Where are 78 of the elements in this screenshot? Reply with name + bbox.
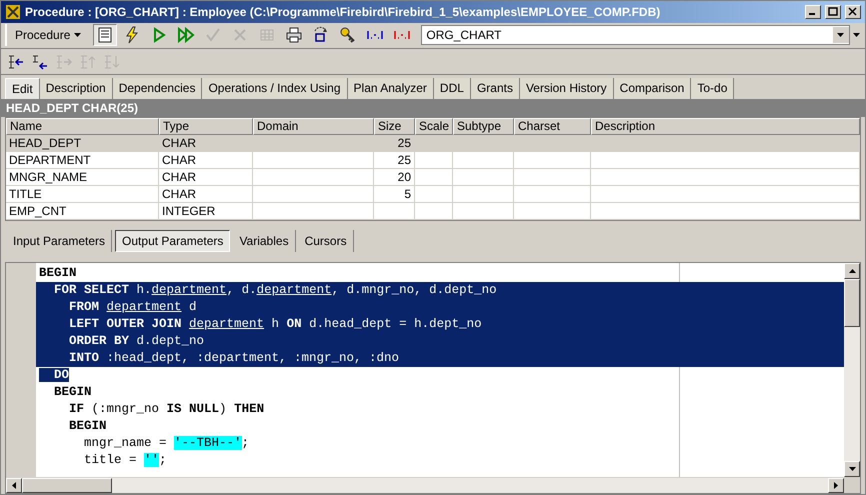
tab[interactable]: Output Parameters: [115, 230, 230, 252]
tab[interactable]: DDL: [434, 78, 471, 99]
check-icon: [204, 26, 222, 44]
scroll-thumb[interactable]: [844, 278, 860, 327]
column-header[interactable]: Subtype: [453, 118, 514, 136]
code-line: BEGIN: [39, 266, 77, 280]
table-row[interactable]: TITLE CHAR 5: [6, 186, 860, 204]
table-row[interactable]: DEPARTMENT CHAR 25: [6, 152, 860, 170]
column-header[interactable]: Scale: [415, 118, 453, 136]
close-button[interactable]: [845, 4, 861, 19]
form-icon: [96, 26, 114, 44]
key-icon: [339, 26, 358, 44]
table-row[interactable]: EMP_CNT INTEGER: [6, 203, 860, 220]
code-editor[interactable]: [36, 262, 844, 478]
table-cell: INTEGER: [162, 204, 216, 218]
tab[interactable]: Operations / Index Using: [202, 78, 348, 99]
tab[interactable]: Comparison: [614, 78, 692, 99]
insert-field-icon: [31, 52, 49, 71]
app-icon: [5, 4, 21, 20]
object-select[interactable]: ORG_CHART: [421, 25, 850, 46]
tab[interactable]: Input Parameters: [7, 230, 112, 252]
table-row[interactable]: HEAD_DEPT CHAR 25: [6, 135, 860, 152]
scroll-left-icon: [12, 482, 16, 490]
add-field-icon: [7, 52, 25, 71]
scroll-right-icon: [834, 482, 838, 490]
toolbar-button[interactable]: [93, 24, 118, 46]
close-icon: [848, 7, 858, 16]
field-header: HEAD_DEPT CHAR(25): [1, 98, 865, 118]
table-cell: TITLE: [9, 187, 42, 202]
table-cell: CHAR: [162, 170, 196, 184]
tab[interactable]: To-do: [691, 78, 734, 99]
tab[interactable]: Grants: [470, 78, 520, 99]
column-header[interactable]: Name: [6, 118, 159, 136]
code-line: title = '';: [83, 452, 167, 467]
column-header[interactable]: Charset: [514, 118, 591, 136]
vertical-scrollbar[interactable]: [844, 262, 860, 478]
horizontal-scrollbar[interactable]: [6, 477, 860, 494]
code-line: BEGIN: [53, 384, 92, 399]
table-cell: CHAR: [162, 153, 196, 168]
table-cell: CHAR: [162, 187, 196, 202]
move-up-icon: [79, 52, 97, 71]
tab[interactable]: Edit: [5, 78, 40, 99]
scroll-up-icon: [848, 268, 856, 273]
tab[interactable]: Description: [40, 78, 113, 99]
table-cell: 5: [404, 187, 411, 202]
column-header[interactable]: Domain: [253, 118, 374, 136]
table-row[interactable]: MNGR_NAME CHAR 20: [6, 169, 860, 186]
move-down-icon: [103, 52, 121, 71]
maximize-icon: [828, 7, 838, 16]
table-cell: EMP_CNT: [9, 204, 66, 218]
table-cell: CHAR: [162, 136, 196, 150]
table-cell: 25: [398, 153, 411, 168]
column-header[interactable]: Type: [159, 118, 253, 136]
code-line: IF (:mngr_no IS NULL) THEN: [68, 402, 264, 416]
tab[interactable]: Version History: [520, 78, 614, 99]
table-cell: 25: [398, 136, 411, 150]
minimize-button[interactable]: [805, 4, 821, 19]
table-cell: HEAD_DEPT: [9, 136, 82, 150]
tab[interactable]: Variables: [233, 230, 296, 252]
code-line: BEGIN: [68, 418, 107, 433]
table-cell: DEPARTMENT: [9, 153, 91, 168]
scroll-thumb[interactable]: [22, 478, 112, 494]
tab[interactable]: Dependencies: [112, 78, 202, 99]
code-line: mngr_name = '--TBH--';: [83, 436, 250, 450]
procedure-menu-button[interactable]: Procedure: [5, 24, 90, 46]
printer-icon: [285, 26, 304, 44]
scroll-down-icon: [848, 467, 856, 472]
remove-field-icon: [55, 52, 73, 71]
caret-icon: [74, 32, 82, 38]
column-header[interactable]: Description: [591, 118, 860, 136]
tab[interactable]: Cursors: [298, 230, 354, 252]
column-header[interactable]: Size: [374, 118, 415, 136]
tab[interactable]: Plan Analyzer: [348, 78, 434, 99]
table-cell: MNGR_NAME: [9, 170, 88, 184]
table-cell: 20: [398, 170, 411, 184]
fast-forward-icon: [177, 26, 196, 44]
window-title: Procedure : [ORG_CHART] : Employee (C:\Programme\Firebird\Firebird_1_5\examples\EMPLOYEE_COMP.FDB): [25, 4, 662, 21]
maximize-button[interactable]: [825, 4, 841, 19]
